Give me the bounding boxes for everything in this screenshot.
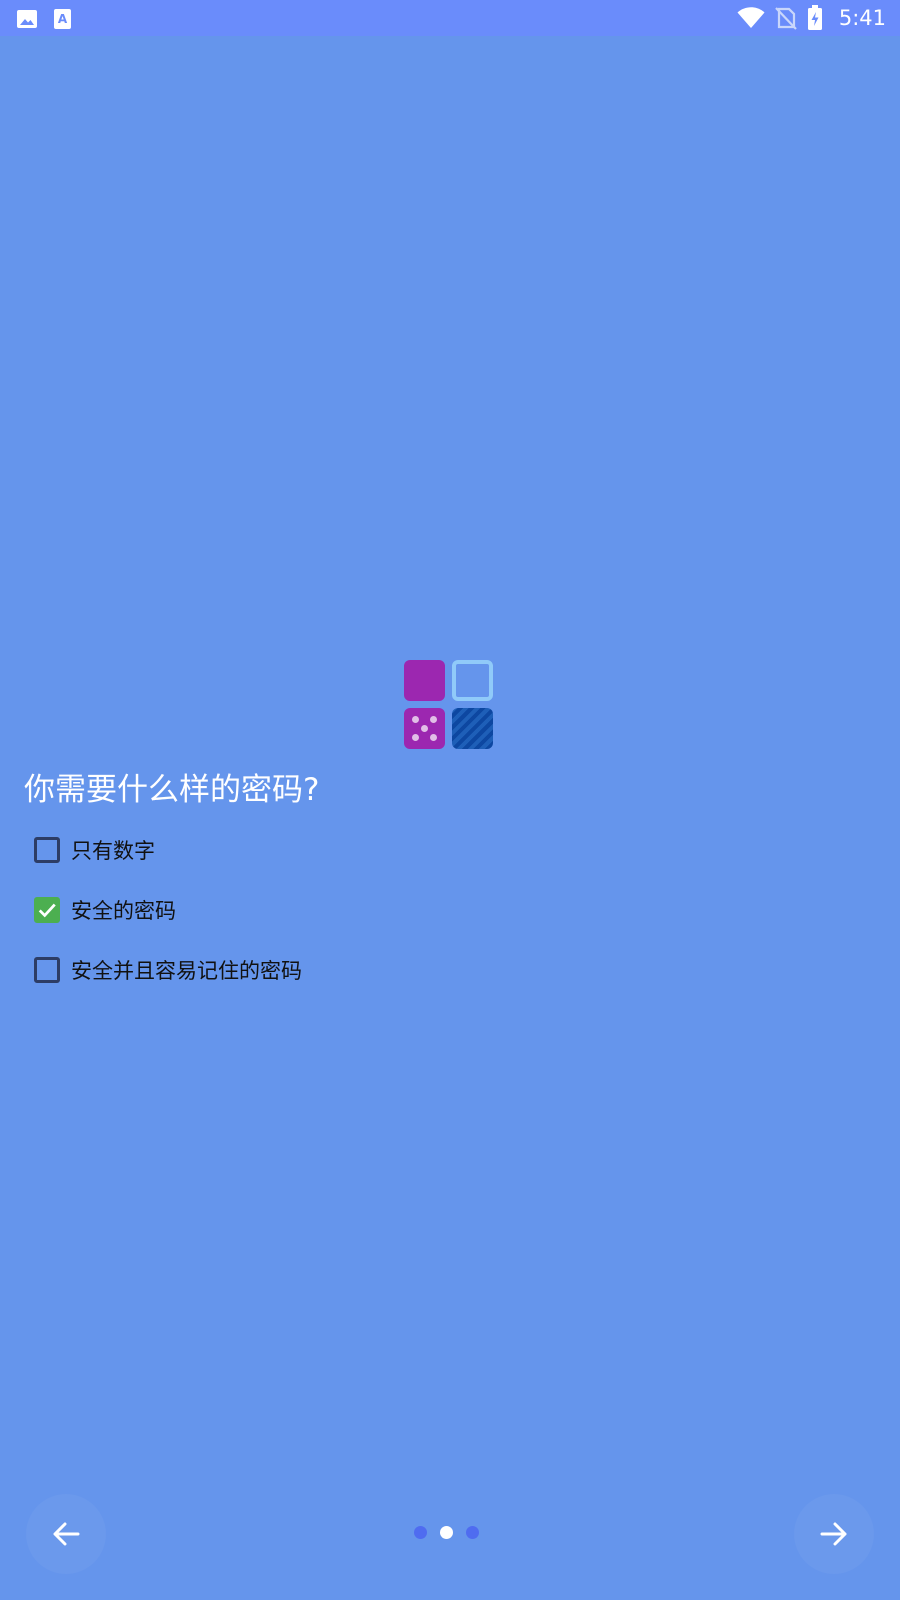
arrow-left-icon (53, 1522, 80, 1546)
logo-tile-solid (404, 660, 445, 701)
secure-memorable-checkbox[interactable] (34, 957, 60, 983)
back-button[interactable] (26, 1494, 106, 1574)
logo-tile-outline (452, 660, 493, 701)
option-label: 安全并且容易记住的密码 (71, 959, 302, 983)
status-bar: A 5:41 (0, 0, 900, 36)
battery-charging-icon (807, 5, 822, 30)
arrow-right-icon (820, 1522, 847, 1546)
wifi-icon (737, 7, 765, 28)
svg-text:A: A (58, 12, 68, 26)
font-app-icon: A (54, 9, 71, 29)
page-indicator (414, 1526, 479, 1539)
option-digits-only[interactable]: 只有数字 (34, 820, 302, 880)
secure-password-checkbox[interactable] (34, 897, 60, 923)
image-icon (17, 10, 37, 28)
logo-tile-stripes (452, 708, 493, 749)
page-dot-1 (414, 1526, 427, 1539)
option-label: 只有数字 (71, 839, 155, 863)
checkmark-icon (38, 903, 56, 918)
password-type-options: 只有数字 安全的密码 安全并且容易记住的密码 (34, 820, 302, 1000)
option-label: 安全的密码 (71, 899, 176, 923)
question-title: 你需要什么样的密码? (24, 772, 320, 808)
app-logo (404, 660, 496, 752)
logo-tile-dice (404, 708, 445, 749)
option-secure-password[interactable]: 安全的密码 (34, 880, 302, 940)
option-secure-memorable[interactable]: 安全并且容易记住的密码 (34, 940, 302, 1000)
no-sim-icon (775, 7, 797, 30)
status-time: 5:41 (838, 6, 886, 30)
next-button[interactable] (794, 1494, 874, 1574)
page-dot-3 (466, 1526, 479, 1539)
digits-only-checkbox[interactable] (34, 837, 60, 863)
page-dot-2 (440, 1526, 453, 1539)
